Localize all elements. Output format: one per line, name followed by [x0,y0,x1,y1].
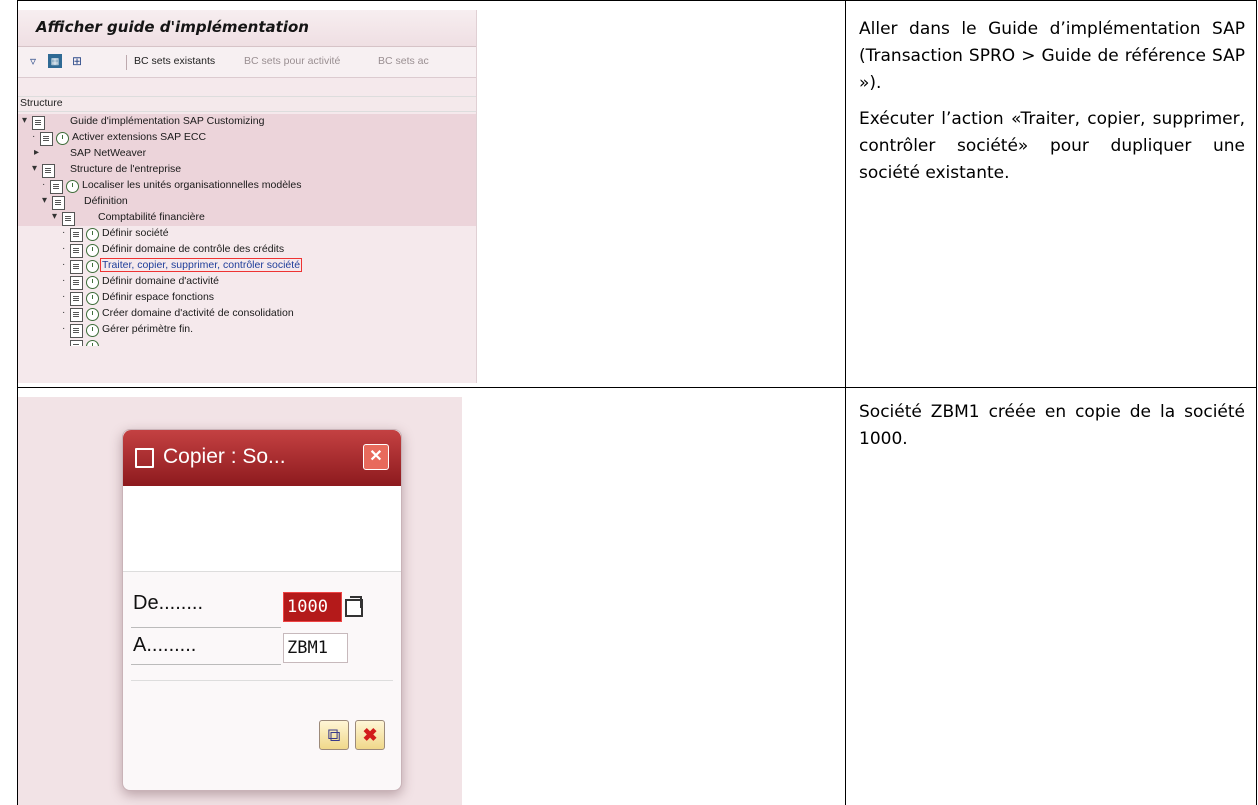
to-company-input[interactable]: ZBM1 [283,633,348,663]
img-node-icon [32,116,45,130]
copy-dialog-screenshot: Copier : So... ✕ De........ 1000 A......… [18,397,462,805]
row2-description: Société ZBM1 créée en copie de la sociét… [859,399,1245,462]
table-border-right [1256,0,1257,805]
tree-row[interactable]: · Activer extensions SAP ECC [18,130,476,146]
cancel-button[interactable]: ✖ [355,720,385,750]
dialog-title-bar: Copier : So... ✕ [123,430,401,486]
from-company-input[interactable]: 1000 [283,592,342,622]
structure-label: Structure [20,97,63,109]
description-paragraph: Exécuter l’action «Traiter, copier, supp… [859,109,1245,183]
img-node-icon [70,324,83,338]
img-node-icon [70,244,83,258]
tree-row[interactable]: ▾ Définition [18,194,476,210]
sap-toolbar: ▿ ▦ ⊞ BC sets existants BC sets pour act… [18,47,476,78]
img-node-icon [70,228,83,242]
execute-icon[interactable] [86,292,99,305]
copy-confirm-button[interactable]: ⧉ [319,720,349,750]
from-label: De........ [133,592,204,614]
img-node-icon [70,308,83,322]
description-paragraph: Société ZBM1 créée en copie de la sociét… [859,402,1245,449]
table-border-top [17,0,1257,1]
tree-row[interactable]: ▸ SAP NetWeaver [18,146,476,162]
expand-all-icon[interactable]: ▿ [26,54,40,68]
structure-icon[interactable]: ⊞ [70,54,84,68]
close-icon[interactable]: ✕ [363,444,389,470]
dialog-header-area [123,486,401,572]
tree-row[interactable]: · Définir domaine d'activité [18,274,476,290]
dialog-footer-divider [131,680,393,681]
highlighted-activity-link[interactable]: Traiter, copier, supprimer, contrôler so… [99,258,303,272]
tree-row[interactable]: · Définir espace fonctions [18,290,476,306]
description-paragraph: Aller dans le Guide d’implémentation SAP… [859,19,1245,93]
execute-icon[interactable] [86,260,99,273]
execute-icon[interactable] [56,132,69,145]
tree-row-partial [18,338,476,346]
bc-sets-ac-button[interactable]: BC sets ac [378,55,429,67]
execute-icon[interactable] [86,324,99,337]
bc-sets-activite-button[interactable]: BC sets pour activité [244,55,340,67]
tree-row[interactable]: · Gérer périmètre fin. [18,322,476,338]
from-underline [131,627,281,628]
execute-icon[interactable] [86,244,99,257]
dialog-title: Copier : So... [163,445,286,468]
tree-row[interactable]: ▾ Structure de l'entreprise [18,162,476,178]
table-border-middle [17,387,1257,388]
img-node-icon [62,212,75,226]
execute-icon[interactable] [86,276,99,289]
tree-row[interactable]: · Localiser les unités organisationnelle… [18,178,476,194]
to-underline [131,664,281,665]
sap-title-bar: Afficher guide d'implémentation [18,10,476,47]
img-node-icon [50,180,63,194]
to-label: A......... [133,634,197,656]
tree-row[interactable]: ▾ Comptabilité financière [18,210,476,226]
row1-description: Aller dans le Guide d’implémentation SAP… [859,16,1245,196]
img-node-icon [42,164,55,178]
copy-dialog: Copier : So... ✕ De........ 1000 A......… [122,429,402,791]
structure-header: Structure [18,96,476,112]
img-node-icon [70,340,83,346]
bc-sets-existants-button[interactable]: BC sets existants [134,55,215,67]
tree-row[interactable]: · Créer domaine d'activité de consolidat… [18,306,476,322]
tree-row-selected[interactable]: · Traiter, copier, supprimer, contrôler … [18,258,476,274]
window-icon [135,448,154,468]
sap-screen-title: Afficher guide d'implémentation [36,18,309,36]
img-node-icon [70,276,83,290]
table-column-divider [845,0,846,805]
tree-row[interactable]: · Définir société [18,226,476,242]
execute-icon [86,340,99,346]
execute-icon[interactable] [66,180,79,193]
select-icon[interactable]: ▦ [48,54,62,68]
img-node-icon [52,196,65,210]
toolbar-separator [126,55,127,70]
sap-img-screenshot: Afficher guide d'implémentation ▿ ▦ ⊞ BC… [18,10,477,383]
img-node-icon [70,292,83,306]
execute-icon[interactable] [86,228,99,241]
tree-row[interactable]: ▾ Guide d'implémentation SAP Customizing [18,114,476,130]
copy-value-icon[interactable] [345,596,363,617]
execute-icon[interactable] [86,308,99,321]
img-node-icon [40,132,53,146]
img-node-icon [70,260,83,274]
tree-row[interactable]: · Définir domaine de contrôle des crédit… [18,242,476,258]
